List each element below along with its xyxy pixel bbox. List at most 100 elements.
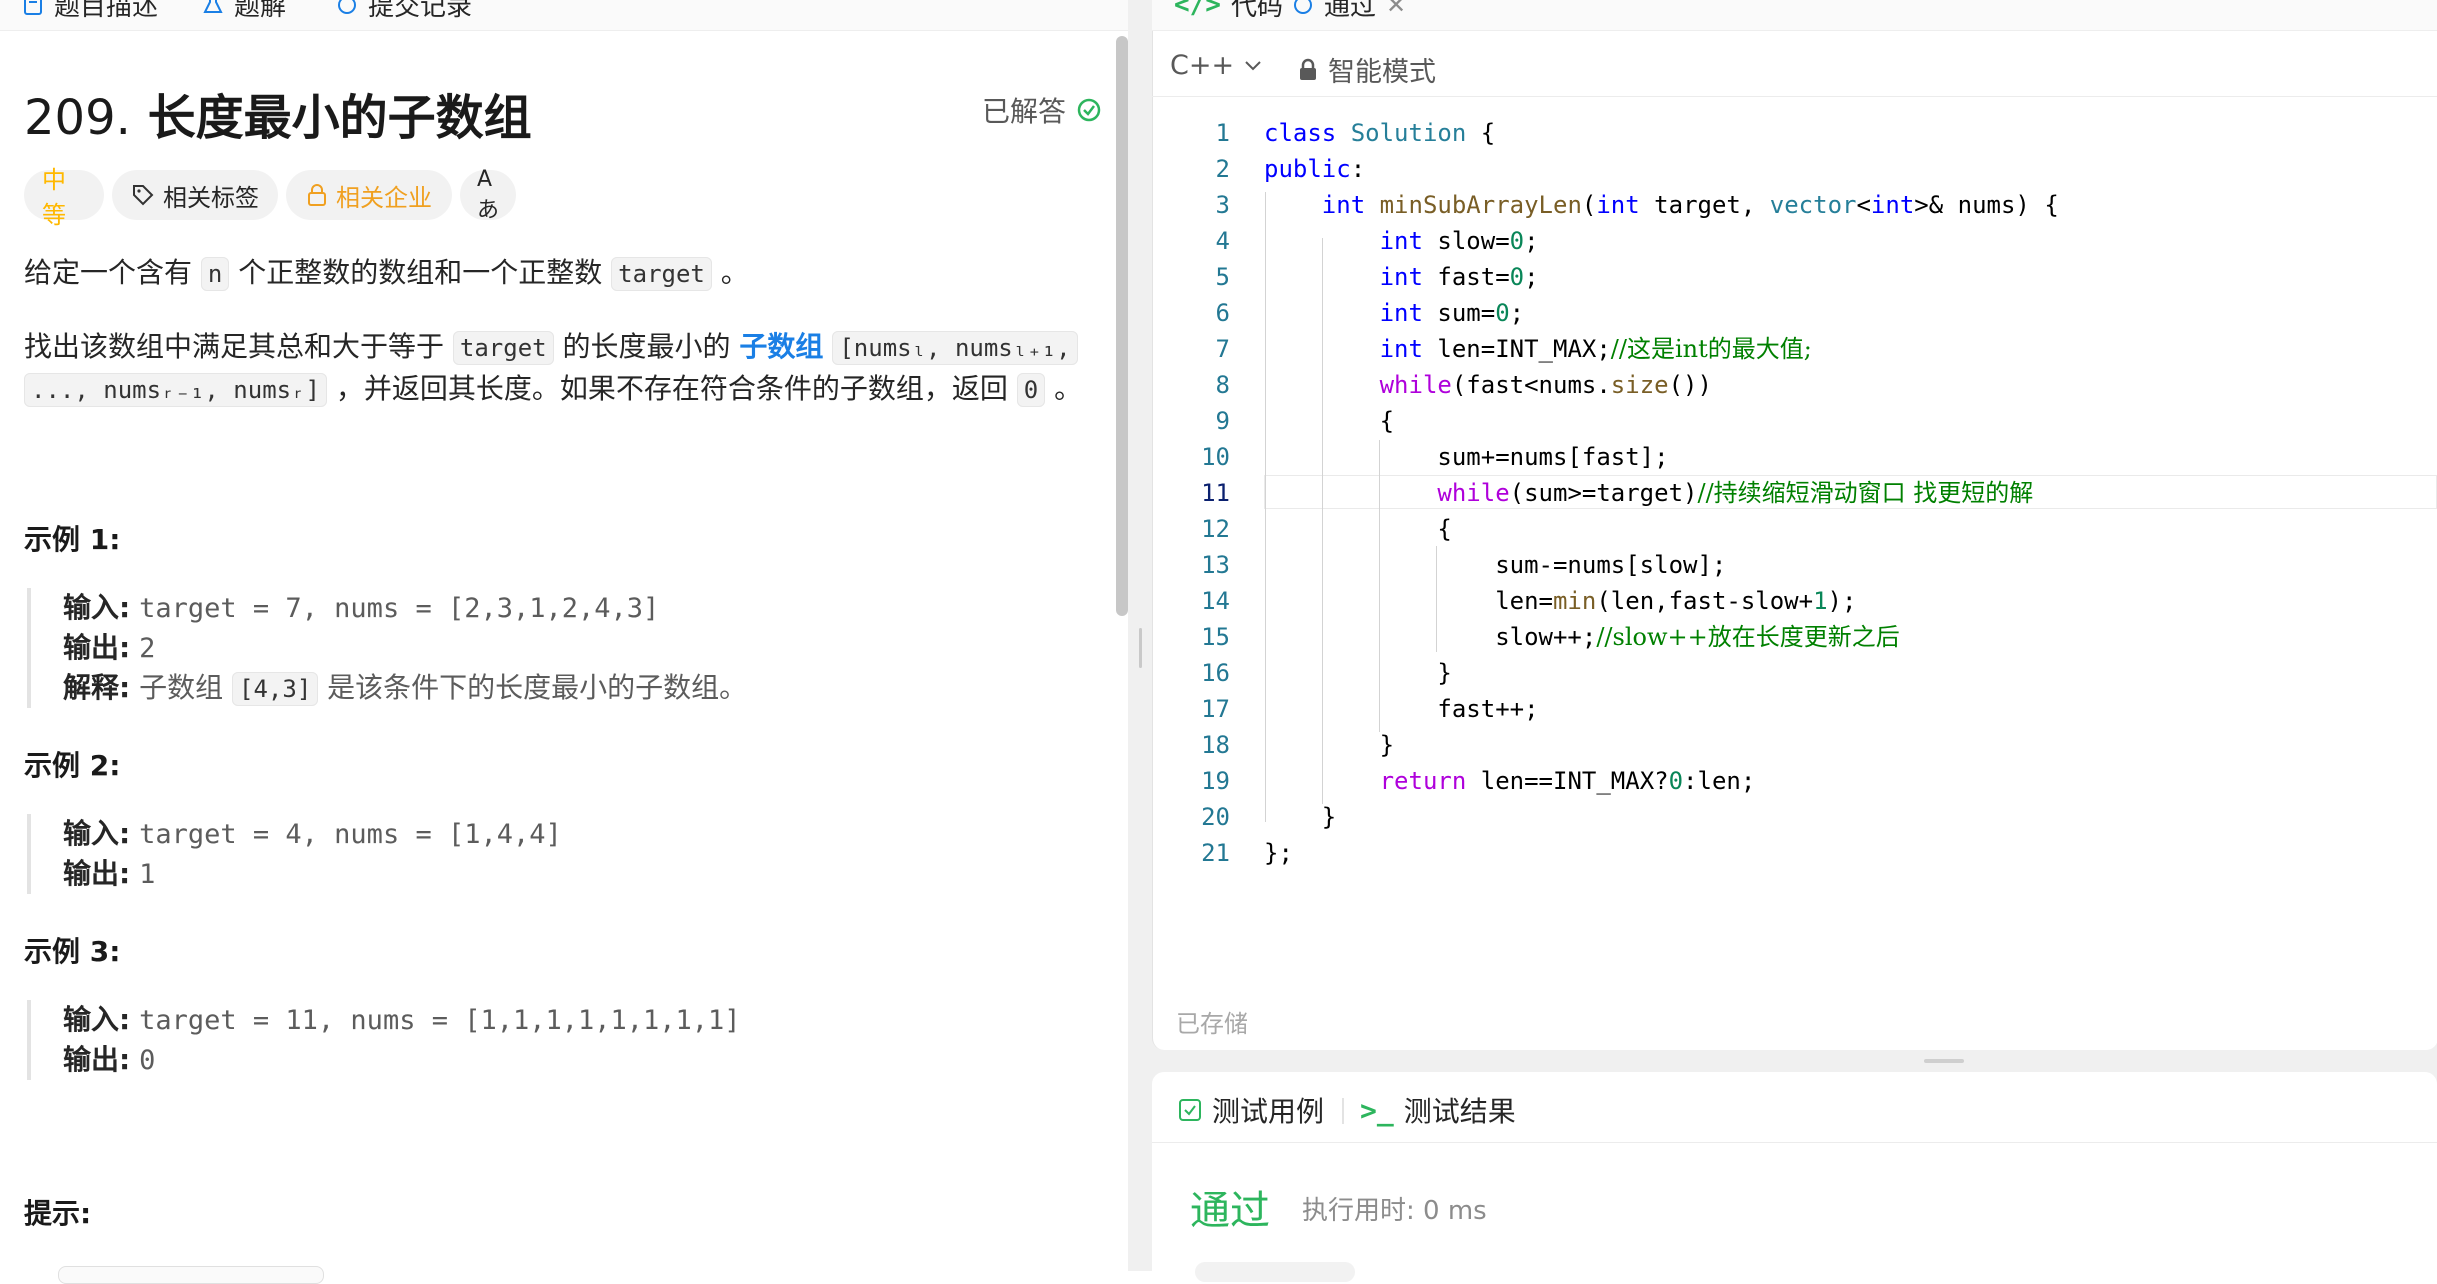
checkbox-icon	[1179, 1099, 1201, 1121]
line-number: 7	[1215, 335, 1230, 363]
line-number: 16	[1201, 659, 1230, 687]
divider-handle[interactable]	[1139, 628, 1142, 668]
language-select[interactable]: C++	[1170, 50, 1262, 81]
example-2-block: 输入: target = 4, nums = [1,4,4] 输出: 1	[27, 814, 562, 894]
input-label: 输入:	[63, 591, 131, 624]
example-input: 输入: target = 7, nums = [2,3,1,2,4,3]	[63, 588, 747, 628]
line-number: 11	[1201, 479, 1230, 507]
code-line: return len==INT_MAX?0:len;	[1379, 767, 1756, 795]
tab-description-label: 题目描述	[54, 0, 159, 22]
example-1-block: 输入: target = 7, nums = [2,3,1,2,4,3] 输出:…	[27, 588, 747, 708]
line-number: 14	[1201, 587, 1230, 615]
line-number: 13	[1201, 551, 1230, 579]
code-line: int sum=0;	[1379, 299, 1525, 327]
example-explain: 解释: 子数组 [4,3] 是该条件下的长度最小的子数组。	[63, 668, 747, 708]
code-content[interactable]: class Solution { public: int minSubArray…	[1264, 115, 2059, 871]
tab-separator	[1342, 1098, 1344, 1124]
example-2-heading: 示例 2:	[24, 749, 121, 782]
page-title: 209. 长度最小的子数组	[24, 78, 532, 148]
description-line-2: 找出该数组中满足其总和大于等于 target 的长度最小的 子数组 [numsₗ…	[24, 328, 1078, 367]
solved-label: 已解答	[982, 95, 1067, 128]
lock-icon	[1300, 58, 1316, 80]
example-output: 输出: 0	[63, 1040, 741, 1080]
flask-icon	[203, 0, 223, 13]
desc-text: 。	[711, 256, 749, 289]
code-line: while(sum>=target)//持续缩短滑动窗口 找更短的解	[1437, 479, 2034, 507]
desc-text: 。	[1045, 372, 1083, 405]
line-number: 3	[1215, 191, 1230, 219]
output-label: 输出:	[63, 1043, 131, 1076]
code-line: int fast=0;	[1379, 263, 1539, 291]
subarray-link[interactable]: 子数组	[739, 330, 823, 363]
code-line: };	[1264, 839, 1293, 867]
tab-description[interactable]: 题目描述	[22, 0, 158, 23]
tab-solutions-label: 题解	[234, 0, 287, 22]
code-line: int len=INT_MAX;//这是int的最大值;	[1379, 335, 1812, 363]
tab-result-pass[interactable]: 通过 ✕	[1292, 0, 1406, 23]
language-label: C++	[1170, 50, 1235, 81]
tab-testcase[interactable]: 测试用例	[1178, 1090, 1324, 1130]
description-line-3: ..., numsᵣ₋₁, numsᵣ] ，并返回其长度。如果不存在符合条件的子…	[24, 370, 1082, 409]
result-case-pill[interactable]	[1195, 1262, 1355, 1282]
input-label: 输入:	[63, 817, 131, 850]
input-value: target = 4, nums = [1,4,4]	[139, 819, 562, 850]
related-tags-button[interactable]: 相关标签	[112, 170, 278, 220]
desc-text	[823, 330, 832, 363]
tab-test-result-label: 测试结果	[1403, 1095, 1516, 1128]
check-circle-icon	[1077, 98, 1101, 122]
example-1-heading: 示例 1:	[24, 523, 121, 556]
editor-tab-bar: </> 代码 通过 ✕	[1152, 0, 2437, 31]
tab-solutions[interactable]: 题解	[202, 0, 286, 23]
line-number: 18	[1201, 731, 1230, 759]
hints-heading: 提示:	[24, 1197, 92, 1230]
line-number: 10	[1201, 443, 1230, 471]
translate-button[interactable]: Aあ	[460, 167, 516, 223]
tab-submissions-label: 提交记录	[368, 0, 473, 22]
code-line: {	[1264, 515, 1452, 543]
code-line: int minSubArrayLen(int target, vector<in…	[1321, 191, 2059, 219]
code-subarray-range: [numsₗ, numsₗ₊₁,	[832, 331, 1078, 365]
output-value: 2	[139, 633, 156, 664]
history-icon	[338, 0, 356, 14]
tab-test-result[interactable]: >_ 测试结果	[1360, 1090, 1516, 1130]
example-output: 输出: 2	[63, 628, 747, 668]
related-companies-label: 相关企业	[336, 183, 432, 212]
smart-mode-toggle[interactable]: 智能模式	[1298, 50, 1436, 89]
solved-status: 已解答	[982, 90, 1102, 130]
example-3-heading: 示例 3:	[24, 935, 121, 968]
example-input: 输入: target = 4, nums = [1,4,4]	[63, 814, 562, 854]
code-line: public:	[1264, 155, 1366, 183]
line-number: 8	[1215, 371, 1230, 399]
lock-icon	[308, 184, 326, 206]
tab-code-label: 代码	[1230, 0, 1283, 22]
explain-text: 子数组	[139, 671, 233, 704]
tab-code[interactable]: </> 代码	[1174, 0, 1283, 23]
results-tab-bar	[1152, 1072, 2437, 1143]
input-label: 输入:	[63, 1003, 131, 1036]
related-companies-button[interactable]: 相关企业	[286, 170, 452, 220]
line-number-gutter: 1 2 3 4 5 6 7 8 9 10 11 12 13 14 15 16 17 18 19 20 21	[1180, 115, 1230, 871]
code-line: class Solution {	[1264, 119, 1496, 147]
problem-scrollbar[interactable]	[1116, 36, 1128, 616]
verdict-text: 通过	[1190, 1188, 1270, 1234]
code-line: }	[1264, 659, 1452, 687]
horizontal-resize-handle[interactable]	[1924, 1059, 1964, 1063]
example-input: 输入: target = 11, nums = [1,1,1,1,1,1,1,1…	[63, 1000, 741, 1040]
explain-label: 解释:	[63, 671, 131, 704]
close-icon[interactable]: ✕	[1386, 0, 1406, 19]
input-value: target = 11, nums = [1,1,1,1,1,1,1,1]	[139, 1005, 741, 1036]
output-value: 0	[139, 1045, 156, 1076]
desc-text: ，并返回其长度。如果不存在符合条件的子数组，返回	[326, 372, 1017, 405]
tab-submissions[interactable]: 提交记录	[336, 0, 472, 23]
code-subarray-range-cont: ..., numsᵣ₋₁, numsᵣ]	[24, 373, 327, 407]
terminal-icon: >_	[1360, 1093, 1394, 1127]
line-number: 20	[1201, 803, 1230, 831]
explain-code: [4,3]	[232, 672, 319, 706]
output-value: 1	[139, 859, 156, 890]
desc-text: 找出该数组中满足其总和大于等于	[24, 330, 453, 363]
line-number: 5	[1215, 263, 1230, 291]
tab-pass-label: 通过	[1324, 0, 1377, 22]
tab-testcase-label: 测试用例	[1212, 1095, 1325, 1128]
desc-text: 的长度最小的	[553, 330, 740, 363]
code-target: target	[452, 331, 554, 365]
